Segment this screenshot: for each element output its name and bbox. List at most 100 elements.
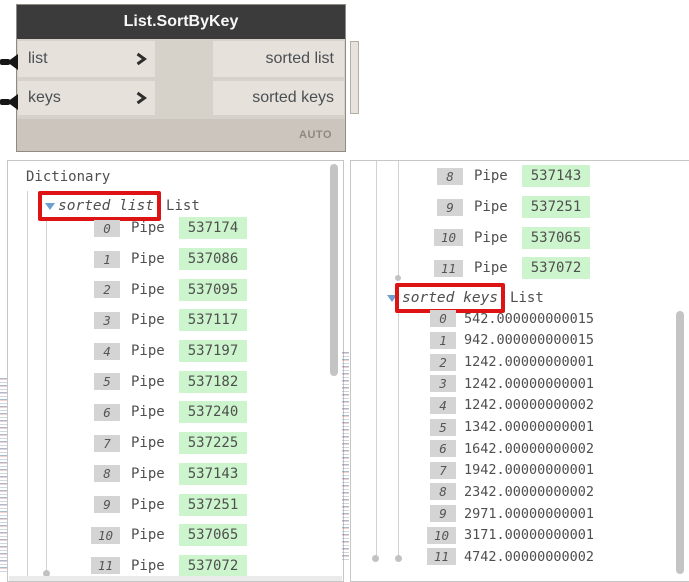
list-item: 7 Pipe 537225 xyxy=(8,428,343,459)
output-port-sorted-keys[interactable]: sorted keys xyxy=(213,81,344,115)
key-value: 1242.00000000001 xyxy=(464,375,595,392)
list-item: 1 Pipe 537086 xyxy=(8,244,343,275)
scrollbar-thumb[interactable] xyxy=(330,164,338,376)
key-item: 6 1642.00000000002 xyxy=(351,438,689,460)
key-value: 942.000000000015 xyxy=(464,332,595,349)
scrollbar-thumb[interactable] xyxy=(676,311,684,574)
item-value-badge: 537143 xyxy=(178,462,248,485)
item-type-label: Pipe xyxy=(474,168,508,185)
item-index-badge: 1 xyxy=(94,250,120,268)
key-item: 0 542.000000000015 xyxy=(351,308,689,330)
item-value-badge: 537251 xyxy=(178,493,248,516)
list-item: 4 Pipe 537197 xyxy=(8,336,343,367)
horizontal-scrollbar-track[interactable] xyxy=(9,576,342,581)
input-port-list[interactable]: list xyxy=(18,41,155,77)
key-item: 9 2971.00000000001 xyxy=(351,503,689,525)
input-port-label: list xyxy=(28,50,48,67)
item-value-badge: 537143 xyxy=(521,165,591,188)
item-index-badge: 11 xyxy=(90,557,120,575)
item-index-badge: 4 xyxy=(94,342,120,360)
list-item: 6 Pipe 537240 xyxy=(8,397,343,428)
list-item: 11 Pipe 537072 xyxy=(351,253,689,284)
lacing-mode-button[interactable]: AUTO xyxy=(299,119,332,151)
item-index-badge: 8 xyxy=(94,465,120,483)
item-type-label: Pipe xyxy=(131,373,165,390)
chevron-right-icon xyxy=(135,51,147,67)
item-type-label: Pipe xyxy=(131,251,165,268)
item-index-badge: 6 xyxy=(94,403,120,421)
item-type-label: Pipe xyxy=(474,260,508,277)
sorted-list-items: 0 Pipe 537174 1 Pipe 537086 2 Pipe 53709… xyxy=(8,213,343,581)
sorted-list-tail-items: 8 Pipe 537143 9 Pipe 537251 10 Pipe 5370… xyxy=(351,161,689,284)
item-value-badge: 537095 xyxy=(178,278,248,301)
item-type-label: Pipe xyxy=(131,496,165,513)
key-value: 1242.00000000001 xyxy=(464,354,595,371)
item-value-badge: 537065 xyxy=(178,524,248,547)
output-port-label: sorted list xyxy=(265,50,334,67)
item-value-badge: 537086 xyxy=(178,248,248,271)
list-item: 3 Pipe 537117 xyxy=(8,305,343,336)
item-index-badge: 5 xyxy=(430,418,456,436)
key-item: 2 1242.00000000001 xyxy=(351,351,689,373)
key-item: 11 4742.00000000002 xyxy=(351,546,689,568)
item-type-label: Pipe xyxy=(131,465,165,482)
item-index-badge: 6 xyxy=(430,440,456,458)
item-type-label: Pipe xyxy=(131,281,165,298)
item-index-badge: 1 xyxy=(430,331,456,349)
item-index-badge: 5 xyxy=(94,373,120,391)
item-value-badge: 537065 xyxy=(521,226,591,249)
item-value-badge: 537240 xyxy=(178,401,248,424)
item-index-badge: 10 xyxy=(426,526,456,544)
item-index-badge: 9 xyxy=(437,198,463,216)
key-item: 10 3171.00000000001 xyxy=(351,524,689,546)
item-index-badge: 9 xyxy=(430,505,456,523)
input-port-keys[interactable]: keys xyxy=(18,81,155,115)
item-index-badge: 11 xyxy=(426,548,456,566)
item-index-badge: 11 xyxy=(433,259,463,277)
item-type-label: Pipe xyxy=(131,220,165,237)
branch-type-label: List xyxy=(510,290,544,306)
minified-text-artifact xyxy=(342,352,349,560)
branch-label: sorted list xyxy=(58,198,155,214)
node-list-sortbykey[interactable]: List.SortByKey list keys sorted list sor… xyxy=(17,5,345,151)
node-footer-bar: AUTO xyxy=(17,119,345,151)
item-index-badge: 7 xyxy=(430,461,456,479)
list-item: 0 Pipe 537174 xyxy=(8,213,343,244)
item-index-badge: 8 xyxy=(430,483,456,501)
wire-connector-keys-icon[interactable] xyxy=(0,94,18,110)
item-type-label: Pipe xyxy=(131,557,165,574)
branch-label: sorted keys xyxy=(402,290,499,306)
collapse-expander-icon[interactable] xyxy=(45,202,55,210)
output-port-sorted-list[interactable]: sorted list xyxy=(213,41,344,77)
item-type-label: Pipe xyxy=(131,527,165,544)
item-value-badge: 537072 xyxy=(178,554,248,577)
preview-panel-sorted-list: Dictionary sorted list List 0 Pipe 53717… xyxy=(7,160,344,582)
input-port-label: keys xyxy=(28,89,61,106)
item-index-badge: 10 xyxy=(433,229,463,247)
item-index-badge: 0 xyxy=(94,219,120,237)
item-value-badge: 537117 xyxy=(178,309,248,332)
key-value: 1642.00000000002 xyxy=(464,440,595,457)
item-index-badge: 4 xyxy=(430,396,456,414)
item-index-badge: 2 xyxy=(430,353,456,371)
item-value-badge: 537251 xyxy=(521,196,591,219)
item-index-badge: 3 xyxy=(94,311,120,329)
item-type-label: Pipe xyxy=(474,199,508,216)
key-value: 1242.00000000002 xyxy=(464,397,595,414)
item-index-badge: 7 xyxy=(94,434,120,452)
adjacent-element-sliver xyxy=(350,41,359,114)
list-item: 2 Pipe 537095 xyxy=(8,274,343,305)
item-value-badge: 537182 xyxy=(178,370,248,393)
item-index-badge: 3 xyxy=(430,375,456,393)
key-value: 1942.00000000001 xyxy=(464,462,595,479)
node-title[interactable]: List.SortByKey xyxy=(17,5,345,39)
dictionary-root-label[interactable]: Dictionary xyxy=(26,169,110,185)
list-item: 10 Pipe 537065 xyxy=(351,222,689,253)
item-type-label: Pipe xyxy=(131,312,165,329)
wire-connector-list-icon[interactable] xyxy=(0,54,18,70)
list-item: 10 Pipe 537065 xyxy=(8,520,343,551)
list-item: 9 Pipe 537251 xyxy=(351,192,689,223)
item-type-label: Pipe xyxy=(131,435,165,452)
item-value-badge: 537174 xyxy=(178,217,248,240)
minified-text-artifact xyxy=(0,378,7,572)
